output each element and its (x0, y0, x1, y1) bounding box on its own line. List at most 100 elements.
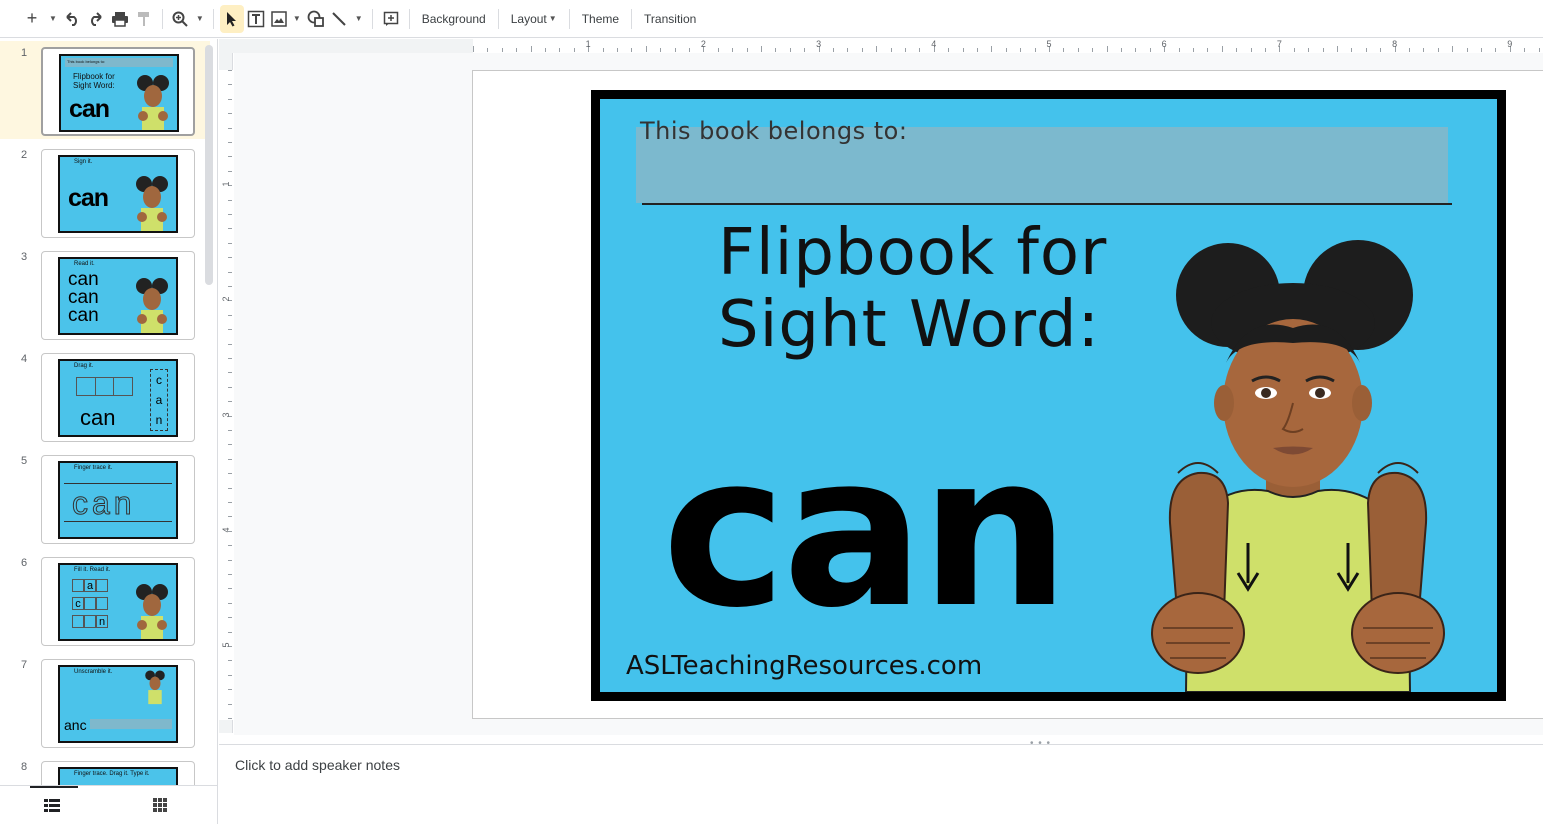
redo-button[interactable] (84, 5, 108, 33)
text-box-button[interactable] (244, 5, 268, 33)
slide-thumbnail-1[interactable]: 1 This book belongs to: Flipbook for Sig… (0, 41, 210, 139)
undo-button[interactable] (60, 5, 84, 33)
insert-image-button[interactable]: ▼ (268, 5, 304, 33)
website-label[interactable]: ASLTeachingResources.com (626, 651, 982, 681)
ruler-tick (228, 142, 232, 143)
fill-letter: c (72, 597, 84, 610)
toolbar-separator (497, 8, 499, 29)
thumbnail-label: This book belongs to: (67, 59, 106, 64)
grid-view-button[interactable] (148, 794, 172, 816)
slide-thumbnail-2[interactable]: 2 Sign it. can (0, 143, 210, 241)
thumbnail-frame: Drag it. can c a n (41, 353, 195, 442)
slide-thumbnail-6[interactable]: 6 Fill it. Read it. a c n (0, 551, 210, 649)
filmstrip-view-button[interactable] (40, 794, 64, 816)
ruler-tick (516, 48, 518, 52)
slide-background[interactable]: This book belongs to: Flipbook for Sight… (600, 99, 1497, 692)
paint-format-button[interactable] (132, 5, 156, 33)
thumbnail-label: Fill it. Read it. (74, 567, 111, 573)
horizontal-ruler[interactable]: 1 2 3 4 5 6 7 8 9 (219, 39, 1543, 53)
fill-row: a (72, 579, 108, 592)
zoom-button[interactable]: ▼ (169, 5, 207, 33)
ruler-tick (1437, 48, 1439, 52)
ruler-tick (833, 48, 834, 52)
layout-button[interactable]: Layout ▼ (505, 5, 563, 33)
caret-down-icon: ▼ (292, 14, 301, 23)
fill-letter: n (96, 615, 108, 628)
girl-signing-image[interactable] (1148, 233, 1448, 692)
belongs-to-label[interactable]: This book belongs to: (640, 117, 907, 145)
print-icon (111, 11, 128, 27)
trace-line-bottom (64, 521, 172, 522)
ruler-tick (228, 113, 232, 115)
insert-line-button[interactable]: ▼ (328, 5, 366, 33)
slide-thumbnail-8[interactable]: 8 Finger trace. Drag it. Type it. (0, 755, 210, 785)
vertical-ruler[interactable]: 1 2 3 4 5 (219, 53, 233, 733)
theme-button[interactable]: Theme (576, 5, 625, 33)
add-comment-button[interactable] (379, 5, 403, 33)
ruler-tick (1250, 48, 1252, 52)
toolbar-separator (408, 8, 410, 29)
ruler-tick (1409, 48, 1410, 52)
speaker-notes[interactable]: Click to add speaker notes (219, 744, 1543, 824)
speaker-notes-placeholder[interactable]: Click to add speaker notes (235, 757, 400, 773)
ruler-tick (660, 48, 662, 52)
print-button[interactable] (108, 5, 132, 33)
letter-tile[interactable]: n (156, 413, 163, 427)
image-icon (271, 10, 287, 27)
thumbnail-slide: Fill it. Read it. a c n (58, 563, 178, 641)
slide-frame: This book belongs to: Flipbook for Sight… (591, 90, 1506, 701)
caret-down-icon: ▼ (49, 14, 57, 23)
ruler-tick (1092, 48, 1094, 52)
slide-editor[interactable]: This book belongs to: Flipbook for Sight… (472, 70, 1543, 719)
ruler-tick (1351, 48, 1353, 52)
ruler-tick (228, 84, 232, 86)
slide-number: 3 (20, 251, 28, 263)
new-slide-layout-dropdown[interactable]: ▼ (44, 5, 60, 33)
select-tool-button[interactable] (219, 4, 244, 33)
slide-thumbnail-7[interactable]: 7 Unscramble it. anc (0, 653, 210, 751)
ruler-tick (228, 631, 232, 633)
ruler-active-area (219, 70, 233, 720)
redo-icon (91, 11, 102, 26)
ruler-tick (1020, 48, 1022, 52)
ruler-tick (775, 48, 777, 52)
ruler-number: 1 (585, 39, 591, 49)
ruler-tick (228, 689, 232, 691)
letter-tile[interactable]: a (156, 393, 163, 407)
ruler-tick (530, 46, 532, 52)
name-underline (642, 203, 1452, 205)
ruler-tick (746, 48, 748, 52)
girl-thumbnail-image (144, 669, 166, 705)
ruler-tick (228, 386, 232, 388)
ruler-number: 4 (931, 39, 937, 49)
caret-down-icon: ▼ (195, 14, 204, 23)
slide-thumbnail-3[interactable]: 3 Read it. can can can (0, 245, 210, 343)
fill-row: n (72, 615, 108, 628)
toolbar: + ▼ ▼ ▼ ▼ Background Layout ▼ Theme Tran… (0, 0, 1543, 38)
thumbnail-word: can (68, 184, 109, 212)
transition-button[interactable]: Transition (638, 5, 702, 33)
slide-thumbnail-5[interactable]: 5 Finger trace it. can (0, 449, 210, 547)
sight-word[interactable]: can (662, 417, 1070, 647)
ruler-tick (1265, 48, 1266, 52)
insert-shape-button[interactable] (304, 5, 328, 33)
ruler-tick (761, 46, 762, 52)
fill-row: c (72, 597, 108, 610)
title-line-1: Flipbook for (718, 216, 1108, 290)
ruler-tick (1538, 48, 1540, 52)
comment-icon (383, 11, 398, 26)
ruler-tick (1106, 46, 1108, 52)
ruler-tick (228, 271, 232, 273)
ruler-tick (228, 487, 232, 489)
ruler-number: 8 (1392, 39, 1398, 49)
flipbook-title[interactable]: Flipbook for Sight Word: (718, 217, 1138, 361)
new-slide-button[interactable]: + (20, 5, 44, 33)
trace-line-top (64, 483, 172, 484)
ruler-tick (1135, 48, 1137, 52)
letter-tile[interactable]: c (156, 373, 162, 387)
ruler-tick (1063, 48, 1065, 52)
background-button[interactable]: Background (416, 5, 492, 33)
slide-thumbnail-4[interactable]: 4 Drag it. can c a n (0, 347, 210, 445)
text-box-icon (247, 10, 265, 27)
filmstrip-scrollbar[interactable] (205, 45, 213, 285)
